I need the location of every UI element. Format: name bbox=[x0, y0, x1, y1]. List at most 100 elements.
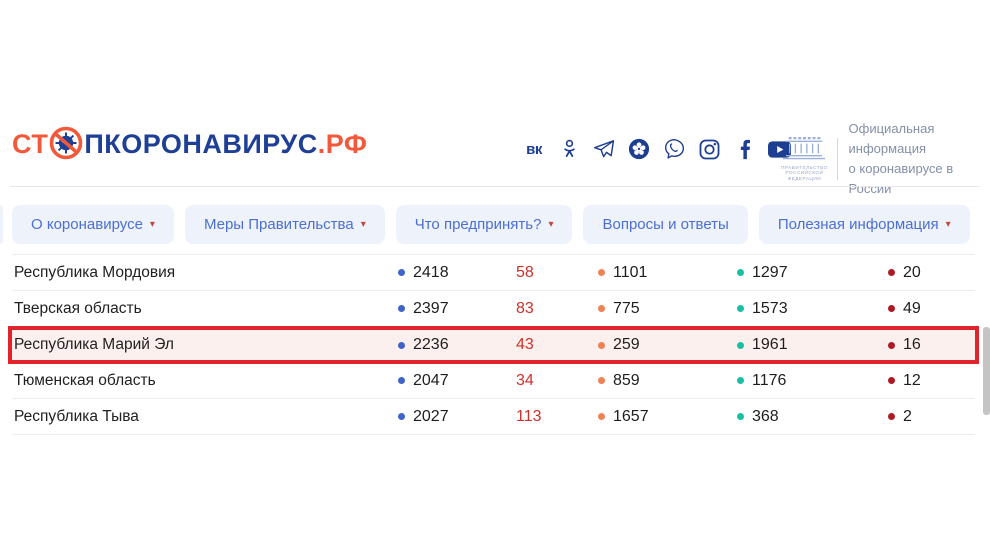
confirmed-dot bbox=[398, 342, 405, 349]
chevron-down-icon: ▾ bbox=[548, 219, 553, 230]
confirmed-cell: 2418 bbox=[398, 264, 449, 282]
recovered-value: 1961 bbox=[752, 336, 788, 354]
gov-info-line1: Официальная информация bbox=[849, 119, 990, 159]
active-cell: 1657 bbox=[598, 408, 649, 426]
recovered-cell: 1961 bbox=[737, 336, 788, 354]
deaths-value: 12 bbox=[903, 372, 921, 390]
active-value: 1657 bbox=[613, 408, 649, 426]
recovered-value: 1297 bbox=[752, 264, 788, 282]
deaths-dot bbox=[888, 269, 895, 276]
new-cases-value: 113 bbox=[516, 408, 542, 426]
recovered-value: 368 bbox=[752, 408, 779, 426]
nav-questions-answers[interactable]: Вопросы и ответы bbox=[583, 205, 747, 244]
table-row[interactable]: Тверская область 2397 83 775 1573 49 bbox=[12, 291, 975, 327]
deaths-cell: 12 bbox=[888, 372, 921, 390]
deaths-cell: 16 bbox=[888, 336, 921, 354]
instagram-icon[interactable] bbox=[697, 137, 721, 161]
vk-glyph: вк bbox=[526, 141, 542, 158]
deaths-dot bbox=[888, 377, 895, 384]
confirmed-dot bbox=[398, 305, 405, 312]
active-value: 775 bbox=[613, 300, 640, 318]
nav-useful-info[interactable]: Полезная информация ▾ bbox=[759, 205, 970, 244]
nav-government-measures[interactable]: Меры Правительства ▾ bbox=[185, 205, 385, 244]
confirmed-cell: 2047 bbox=[398, 372, 449, 390]
table-row[interactable]: Республика Мордовия 2418 58 1101 1297 20 bbox=[12, 255, 975, 291]
confirmed-value: 2236 bbox=[413, 336, 449, 354]
region-name: Республика Мордовия bbox=[14, 264, 175, 282]
scrollbar-thumb[interactable] bbox=[983, 327, 990, 415]
active-cell: 859 bbox=[598, 372, 640, 390]
deaths-cell: 49 bbox=[888, 300, 921, 318]
social-links: вк bbox=[522, 135, 791, 163]
active-value: 1101 bbox=[613, 264, 647, 282]
nav-label: Полезная информация bbox=[778, 216, 939, 233]
header-divider bbox=[10, 186, 980, 187]
recovered-cell: 1176 bbox=[737, 372, 786, 390]
confirmed-cell: 2236 bbox=[398, 336, 449, 354]
recovered-cell: 1297 bbox=[737, 264, 788, 282]
active-cell: 1101 bbox=[598, 264, 647, 282]
recovered-dot bbox=[737, 342, 744, 349]
region-name: Тюменская область bbox=[14, 372, 156, 390]
chevron-down-icon: ▾ bbox=[150, 219, 155, 230]
logo-prefix: СТ bbox=[12, 129, 48, 160]
deaths-value: 20 bbox=[903, 264, 921, 282]
gov-info-line2: о коронавирусе в России bbox=[849, 159, 990, 199]
new-cases-value: 34 bbox=[516, 372, 534, 390]
new-cases-cell: 34 bbox=[516, 372, 534, 390]
vk-icon[interactable]: вк bbox=[522, 137, 546, 161]
confirmed-dot bbox=[398, 377, 405, 384]
telegram-icon[interactable] bbox=[592, 137, 616, 161]
recovered-value: 1176 bbox=[752, 372, 786, 390]
recovered-value: 1573 bbox=[752, 300, 788, 318]
new-cases-cell: 58 bbox=[516, 264, 534, 282]
icq-flower-icon[interactable] bbox=[627, 137, 651, 161]
region-name: Республика Тыва bbox=[14, 408, 139, 426]
chevron-down-icon: ▾ bbox=[946, 219, 951, 230]
confirmed-value: 2047 bbox=[413, 372, 449, 390]
recovered-dot bbox=[737, 305, 744, 312]
table-row[interactable]: Республика Тыва 2027 113 1657 368 2 bbox=[12, 399, 975, 435]
deaths-cell: 2 bbox=[888, 408, 912, 426]
facebook-icon[interactable] bbox=[732, 137, 756, 161]
government-attribution[interactable]: ПРАВИТЕЛЬСТВО РОССИЙСКОЙ ФЕДЕРАЦИИ Офици… bbox=[781, 119, 990, 199]
regions-table: Республика Мордовия 2418 58 1101 1297 20… bbox=[12, 254, 975, 435]
new-cases-value: 43 bbox=[516, 336, 534, 354]
gov-divider bbox=[837, 138, 838, 180]
recovered-dot bbox=[737, 413, 744, 420]
deaths-value: 49 bbox=[903, 300, 921, 318]
active-dot bbox=[598, 305, 605, 312]
confirmed-value: 2027 bbox=[413, 408, 449, 426]
region-name: Тверская область bbox=[14, 300, 142, 318]
new-cases-cell: 83 bbox=[516, 300, 534, 318]
active-dot bbox=[598, 269, 605, 276]
nav-label: Меры Правительства bbox=[204, 216, 354, 233]
government-building-icon bbox=[782, 136, 826, 160]
nav-label: Вопросы и ответы bbox=[602, 216, 728, 233]
confirmed-value: 2397 bbox=[413, 300, 449, 318]
active-dot bbox=[598, 413, 605, 420]
gov-org-line2: РОССИЙСКОЙ bbox=[781, 171, 828, 177]
recovered-dot bbox=[737, 377, 744, 384]
active-value: 259 bbox=[613, 336, 640, 354]
region-name: Республика Марий Эл bbox=[14, 336, 174, 354]
table-row[interactable]: Тюменская область 2047 34 859 1176 12 bbox=[12, 363, 975, 399]
new-cases-cell: 43 bbox=[516, 336, 534, 354]
nav-cutoff-button-sliver[interactable] bbox=[0, 205, 3, 244]
site-logo[interactable]: СТ ПКОРОНАВИРУС .РФ bbox=[12, 126, 367, 163]
active-dot bbox=[598, 342, 605, 349]
viber-icon[interactable] bbox=[662, 137, 686, 161]
new-cases-value: 83 bbox=[516, 300, 534, 318]
nav-what-to-do[interactable]: Что предпринять? ▾ bbox=[396, 205, 573, 244]
active-value: 859 bbox=[613, 372, 640, 390]
chevron-down-icon: ▾ bbox=[361, 219, 366, 230]
recovered-cell: 368 bbox=[737, 408, 779, 426]
confirmed-cell: 2027 bbox=[398, 408, 449, 426]
deaths-value: 2 bbox=[903, 408, 912, 426]
deaths-value: 16 bbox=[903, 336, 921, 354]
table-row-highlighted[interactable]: Республика Марий Эл 2236 43 259 1961 16 bbox=[8, 326, 979, 364]
recovered-cell: 1573 bbox=[737, 300, 788, 318]
nav-about-coronavirus[interactable]: О коронавирусе ▾ bbox=[12, 205, 174, 244]
active-cell: 775 bbox=[598, 300, 640, 318]
odnoklassniki-icon[interactable] bbox=[557, 137, 581, 161]
